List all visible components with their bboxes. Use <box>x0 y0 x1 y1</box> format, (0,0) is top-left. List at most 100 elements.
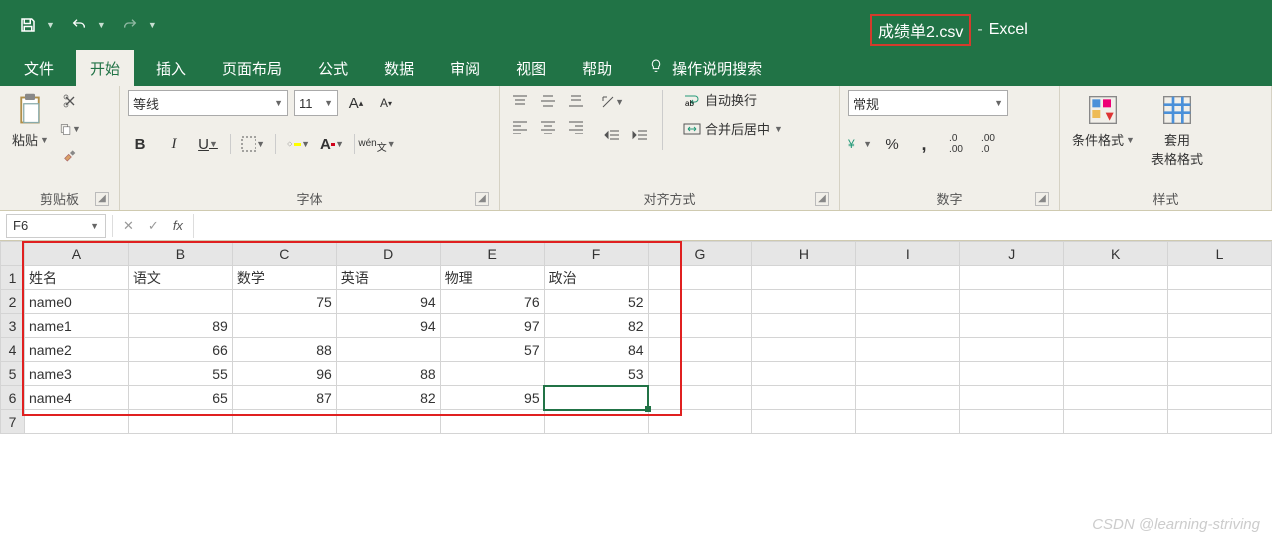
conditional-format-button[interactable]: 条件格式▼ <box>1068 90 1139 151</box>
cell[interactable] <box>648 314 752 338</box>
cell[interactable]: name2 <box>24 338 128 362</box>
cell[interactable] <box>752 386 856 410</box>
cell[interactable] <box>960 362 1064 386</box>
column-header[interactable]: K <box>1064 242 1168 266</box>
align-bottom-button[interactable] <box>564 90 588 112</box>
cell[interactable] <box>856 266 960 290</box>
cell[interactable] <box>648 266 752 290</box>
align-right-button[interactable] <box>564 116 588 138</box>
cell[interactable]: 95 <box>440 386 544 410</box>
cell[interactable] <box>856 314 960 338</box>
cell[interactable] <box>232 314 336 338</box>
tab-insert[interactable]: 插入 <box>142 50 200 87</box>
cell[interactable] <box>1168 338 1272 362</box>
increase-decimal-button[interactable]: .0.00 <box>944 132 968 156</box>
increase-indent-button[interactable] <box>628 124 652 148</box>
undo-button[interactable] <box>65 11 93 39</box>
chevron-down-icon[interactable]: ▼ <box>148 20 157 30</box>
cell[interactable] <box>232 410 336 434</box>
cell[interactable] <box>1168 314 1272 338</box>
merge-center-button[interactable]: 合并后居中 ▼ <box>683 119 783 138</box>
tab-file[interactable]: 文件 <box>10 50 68 87</box>
cell[interactable]: 姓名 <box>24 266 128 290</box>
cell[interactable]: 物理 <box>440 266 544 290</box>
font-name-combo[interactable]: 等线▼ <box>128 90 288 116</box>
cell[interactable]: 76 <box>440 290 544 314</box>
chevron-down-icon[interactable]: ▼ <box>97 20 106 30</box>
cell[interactable]: 75 <box>232 290 336 314</box>
cell[interactable] <box>1168 290 1272 314</box>
border-button[interactable]: ▼ <box>241 132 265 156</box>
column-header[interactable]: H <box>752 242 856 266</box>
wrap-text-button[interactable]: ab自动换行 <box>683 90 783 109</box>
cell[interactable] <box>856 290 960 314</box>
cell[interactable] <box>24 410 128 434</box>
row-header[interactable]: 5 <box>1 362 25 386</box>
cell[interactable] <box>752 314 856 338</box>
cell[interactable]: 52 <box>544 290 648 314</box>
cell[interactable] <box>752 410 856 434</box>
dialog-launcher-icon[interactable]: ◢ <box>95 192 109 206</box>
tab-formulas[interactable]: 公式 <box>304 50 362 87</box>
copy-button[interactable]: ▼ <box>59 118 81 140</box>
row-header[interactable]: 4 <box>1 338 25 362</box>
cell[interactable] <box>1168 362 1272 386</box>
column-header[interactable]: E <box>440 242 544 266</box>
cell[interactable]: 82 <box>336 386 440 410</box>
cell[interactable] <box>1064 314 1168 338</box>
cell[interactable]: 57 <box>440 338 544 362</box>
bold-button[interactable]: B <box>128 132 152 156</box>
row-header[interactable]: 1 <box>1 266 25 290</box>
cell[interactable] <box>1064 410 1168 434</box>
tab-page-layout[interactable]: 页面布局 <box>208 50 296 87</box>
cell[interactable]: name4 <box>24 386 128 410</box>
column-header[interactable]: I <box>856 242 960 266</box>
cell[interactable] <box>1064 338 1168 362</box>
cell[interactable] <box>648 362 752 386</box>
row-header[interactable]: 7 <box>1 410 25 434</box>
cell[interactable]: name0 <box>24 290 128 314</box>
column-header[interactable]: J <box>960 242 1064 266</box>
tab-home[interactable]: 开始 <box>76 50 134 87</box>
cell[interactable]: 96 <box>232 362 336 386</box>
cell[interactable] <box>856 386 960 410</box>
cell[interactable] <box>752 362 856 386</box>
format-painter-button[interactable] <box>59 146 81 168</box>
cell[interactable] <box>1168 266 1272 290</box>
cut-button[interactable] <box>59 90 81 112</box>
cell[interactable]: 数学 <box>232 266 336 290</box>
cell[interactable] <box>648 386 752 410</box>
enter-formula-button[interactable]: ✓ <box>148 218 159 234</box>
font-size-combo[interactable]: 11▼ <box>294 90 338 116</box>
paste-button[interactable]: 粘贴▼ <box>8 90 53 151</box>
cancel-formula-button[interactable]: ✕ <box>123 218 134 234</box>
chevron-down-icon[interactable]: ▼ <box>46 20 55 30</box>
cell[interactable]: 82 <box>544 314 648 338</box>
cell[interactable]: 英语 <box>336 266 440 290</box>
cell[interactable] <box>1168 410 1272 434</box>
cell[interactable] <box>1064 290 1168 314</box>
cell[interactable]: 97 <box>440 314 544 338</box>
cell[interactable] <box>128 410 232 434</box>
decrease-font-button[interactable]: A▾ <box>374 91 398 115</box>
cell[interactable] <box>544 410 648 434</box>
cell[interactable]: name3 <box>24 362 128 386</box>
cell[interactable]: 65 <box>128 386 232 410</box>
formula-input[interactable] <box>193 214 1272 238</box>
column-header[interactable]: C <box>232 242 336 266</box>
column-header[interactable]: D <box>336 242 440 266</box>
align-left-button[interactable] <box>508 116 532 138</box>
cell[interactable]: 53 <box>544 362 648 386</box>
increase-font-button[interactable]: A▴ <box>344 91 368 115</box>
dialog-launcher-icon[interactable]: ◢ <box>1035 192 1049 206</box>
cell[interactable] <box>1064 362 1168 386</box>
tell-me-search[interactable]: 操作说明搜索 <box>634 50 776 87</box>
insert-function-button[interactable]: fx <box>173 218 183 233</box>
italic-button[interactable]: I <box>162 132 186 156</box>
cell[interactable] <box>1168 386 1272 410</box>
orientation-button[interactable]: ▼ <box>600 90 624 114</box>
cell[interactable] <box>960 266 1064 290</box>
cell[interactable] <box>1064 386 1168 410</box>
cell[interactable] <box>960 410 1064 434</box>
save-button[interactable] <box>14 11 42 39</box>
